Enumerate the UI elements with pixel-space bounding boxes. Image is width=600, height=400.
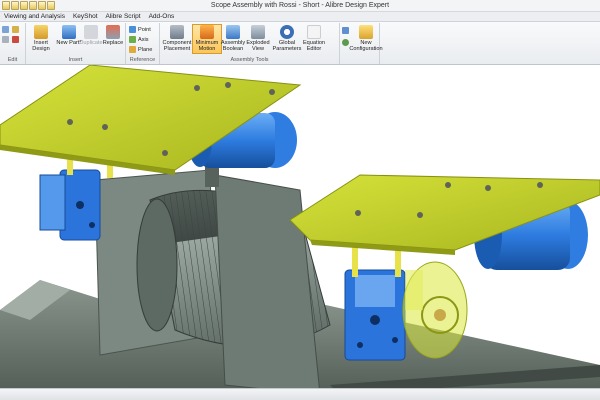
3d-viewport[interactable]	[0, 65, 600, 400]
ribbon: Edit Insert Design New Part* Duplicate R…	[0, 22, 600, 65]
plane-label: Plane	[138, 46, 153, 53]
ribbon-group-label-reference: Reference	[129, 57, 156, 63]
window-title: Scope Assembly with Rossi - Short - Alib…	[210, 2, 390, 9]
plane-button[interactable]: Plane	[129, 46, 152, 53]
assembly-model	[0, 65, 600, 400]
edit-tool-4[interactable]	[12, 36, 19, 43]
edit-tool-1[interactable]	[2, 26, 9, 33]
exploded-view-icon	[251, 25, 265, 39]
edit-tool-3[interactable]	[2, 36, 9, 43]
tab-viewing-and-analysis[interactable]: Viewing and Analysis	[0, 13, 69, 20]
component-placement-button[interactable]: Component Placement	[162, 25, 192, 52]
component-placement-icon	[170, 25, 184, 39]
insert-design-label: Insert Design	[32, 40, 50, 52]
point-button[interactable]: Point	[129, 26, 151, 33]
duplicate-icon	[84, 25, 98, 39]
component-placement-label: Component Placement	[162, 40, 192, 52]
ribbon-group-configuration: New Configuration	[340, 23, 383, 64]
gearbox-left[interactable]	[39, 169, 101, 241]
gearbox-right[interactable]	[344, 269, 406, 361]
tab-keyshot[interactable]: KeyShot	[69, 13, 102, 20]
assembly-boolean-icon	[226, 25, 240, 39]
copy-icon	[12, 26, 19, 33]
status-bar	[0, 388, 600, 400]
plane-icon	[129, 46, 136, 53]
new-configuration-icon	[359, 25, 373, 39]
minimum-motion-icon	[200, 25, 214, 39]
exploded-view-label: Exploded View	[246, 40, 270, 52]
title-bar: Scope Assembly with Rossi - Short - Alib…	[0, 0, 600, 12]
tab-add-ons[interactable]: Add-Ons	[145, 13, 179, 20]
replace-icon	[106, 25, 120, 39]
ribbon-group-assembly-tools: Component Placement Minimum Motion Assem…	[160, 23, 340, 64]
config-small-tool-1[interactable]	[342, 27, 349, 34]
exploded-view-button[interactable]: Exploded View	[243, 25, 273, 52]
edit-tool-2[interactable]	[12, 26, 19, 33]
global-parameters-icon	[280, 25, 294, 39]
ribbon-group-label-insert: Insert	[68, 57, 83, 63]
point-icon	[129, 26, 136, 33]
ribbon-group-label-edit: Edit	[7, 57, 18, 63]
delete-icon	[12, 36, 19, 43]
new-configuration-label: New Configuration	[349, 40, 383, 52]
insert-design-button[interactable]: Insert Design	[26, 25, 56, 52]
paste-icon	[2, 36, 9, 43]
equation-editor-label: Equation Editor	[302, 40, 326, 52]
selected-gear-component[interactable]	[402, 261, 468, 359]
table-icon	[342, 27, 349, 34]
axis-button[interactable]: Axis	[129, 36, 149, 43]
tab-alibre-script[interactable]: Alibre Script	[102, 13, 145, 20]
replace-button[interactable]: Replace	[98, 25, 128, 46]
config-small-tool-2[interactable]	[342, 39, 349, 46]
new-part-icon	[62, 25, 76, 39]
new-configuration-button[interactable]: New Configuration	[349, 25, 383, 52]
axis-icon	[129, 36, 136, 43]
ribbon-tab-bar: Viewing and Analysis KeyShot Alibre Scri…	[0, 12, 600, 22]
insert-design-icon	[34, 25, 48, 39]
point-label: Point	[138, 26, 151, 33]
global-parameters-button[interactable]: Global Parameters	[272, 25, 302, 52]
global-parameters-label: Global Parameters	[272, 40, 302, 52]
minimum-motion-label: Minimum Motion	[195, 40, 219, 52]
ribbon-group-insert: Insert Design New Part* Duplicate Replac…	[26, 23, 126, 64]
ribbon-group-reference: Point Axis Plane Reference	[126, 23, 160, 64]
equation-editor-button[interactable]: Equation Editor	[299, 25, 329, 52]
function-icon	[307, 25, 321, 39]
axis-label: Axis	[138, 36, 149, 43]
ribbon-group-edit: Edit	[0, 23, 26, 64]
replace-label: Replace	[102, 40, 124, 46]
cut-icon	[2, 26, 9, 33]
ribbon-group-label-assembly-tools: Assembly Tools	[230, 57, 269, 63]
globe-icon	[342, 39, 349, 46]
